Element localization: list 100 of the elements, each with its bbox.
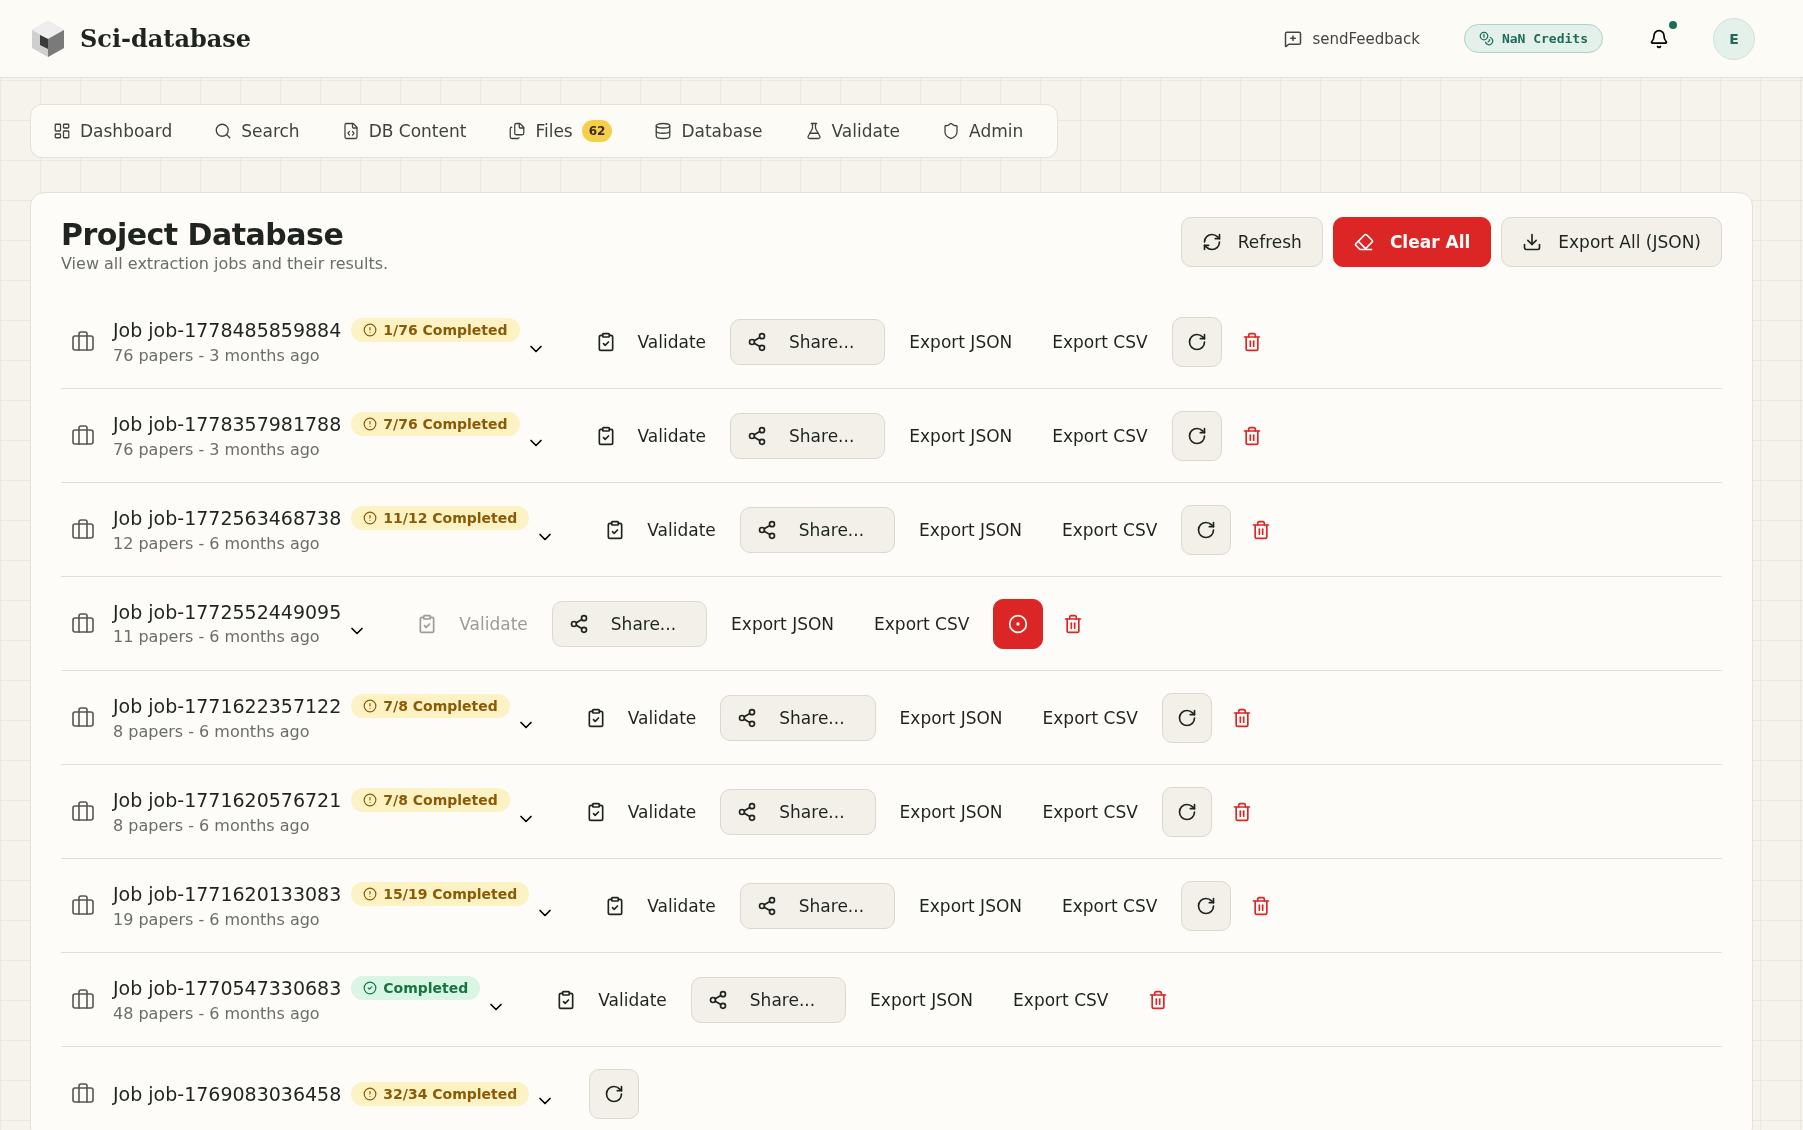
refresh-button[interactable]: Refresh [1180,217,1323,267]
nav-tab[interactable]: DB Content [329,110,479,152]
share-button[interactable]: Share... [551,600,708,647]
export-csv-button[interactable]: Export CSV [854,613,990,634]
export-json-button[interactable]: Export JSON [899,519,1043,540]
eraser-icon [1353,232,1374,252]
retry-button[interactable] [1171,316,1222,367]
job-meta: 11 papers - 6 months ago [113,627,321,646]
clear-button[interactable]: Clear All [1332,217,1492,267]
flask-icon [804,122,823,140]
share-button[interactable]: Share... [730,412,886,459]
share-button[interactable]: Share... [739,882,896,929]
retry-button[interactable] [1161,692,1212,743]
job-name: Job job-1772552449095 [113,601,342,623]
share-icon [707,989,728,1010]
job-name: Job job-1769083036458 [113,1082,342,1105]
briefcase-icon [71,893,95,918]
refresh-icon [1201,232,1222,252]
clipboard-check-icon [605,519,626,540]
nav-tab[interactable]: Admin [930,110,1036,152]
share-icon [756,895,777,916]
validate-button[interactable]: Validate [575,331,727,352]
status-badge: 1/76 Completed [351,318,520,342]
share-button[interactable]: Share... [739,506,896,553]
export-json-button[interactable]: Export JSON [889,425,1033,446]
job-meta: 12 papers - 6 months ago [113,534,321,553]
status-badge: 32/34 Completed [351,1081,530,1106]
message-plus-icon [1284,29,1303,48]
share-icon [568,613,589,634]
job-meta: 76 papers - 3 months ago [113,346,321,365]
logo-icon [30,18,66,59]
nav-tab[interactable]: Validate [792,110,913,152]
export-json-button[interactable]: Export JSON [711,613,855,634]
validate-button[interactable]: Validate [565,707,717,728]
share-button[interactable]: Share... [690,976,847,1023]
briefcase-icon [71,329,95,354]
export-csv-button[interactable]: Export CSV [1032,331,1168,352]
trash-icon [1251,895,1272,916]
nav-tab[interactable]: Database [642,110,775,152]
export-json-button[interactable]: Export JSON [879,801,1023,822]
job-name: Job job-1772563468738 [113,507,342,529]
clipboard-check-icon [605,895,626,916]
share-icon [747,331,768,352]
trash-icon [1241,425,1262,446]
export-csv-button[interactable]: Export CSV [1022,707,1158,728]
validate-button[interactable]: Validate [536,989,687,1010]
alert-icon [363,699,378,713]
export-csv-button[interactable]: Export CSV [1042,519,1178,540]
job-name: Job job-1778485859884 [113,319,342,341]
export-csv-button[interactable]: Export CSV [993,989,1129,1010]
trash-icon [1231,707,1252,728]
retry-button[interactable] [1171,410,1222,461]
job-meta: 8 papers - 6 months ago [113,816,311,835]
briefcase-icon [71,423,95,448]
validate-button[interactable]: Validate [575,425,727,446]
briefcase-icon [71,705,95,730]
validate-button[interactable]: Validate [585,895,736,916]
search-icon [214,122,233,140]
retry-button[interactable] [1181,880,1232,931]
stop-button[interactable] [993,598,1044,649]
export-json-button[interactable]: Export JSON [889,331,1033,352]
briefcase-icon [71,517,95,542]
files-icon [508,122,527,140]
trash-icon [1063,613,1084,634]
export-json-button[interactable]: Export JSON [879,707,1023,728]
user-avatar[interactable]: E [1713,17,1755,60]
retry-button[interactable] [1161,786,1212,837]
bell-icon [1649,28,1669,49]
dashboard-icon [53,122,71,140]
alert-icon [363,793,378,807]
job-meta: 76 papers - 3 months ago [113,440,321,459]
export-csv-button[interactable]: Export CSV [1042,895,1178,916]
nav-tab[interactable]: Search [202,110,312,152]
job-name: Job job-1771620576721 [113,789,342,811]
job-name: Job job-1778357981788 [113,413,342,435]
nav-tab[interactable]: Dashboard [41,110,185,152]
share-button[interactable]: Share... [720,788,876,835]
share-button[interactable]: Share... [730,318,886,365]
retry-button[interactable] [1181,504,1232,555]
export-button[interactable]: Export All (JSON) [1501,217,1722,267]
export-json-button[interactable]: Export JSON [850,989,994,1010]
nav-tab[interactable]: Files 62 [496,110,625,152]
share-button[interactable]: Share... [720,694,876,741]
feedback-button[interactable]: sendFeedback [1278,28,1426,49]
clipboard-check-icon [417,613,438,634]
rotate-icon [1186,425,1207,446]
alert-icon [363,323,378,337]
rotate-icon [604,1083,625,1104]
export-csv-button[interactable]: Export CSV [1022,801,1158,822]
validate-button[interactable]: Validate [565,801,717,822]
clipboard-check-icon [556,989,577,1010]
app-title: Sci-database [80,24,252,53]
panel-subtitle: View all extraction jobs and their results. [61,254,389,273]
status-badge: 11/12 Completed [351,506,530,530]
export-csv-button[interactable]: Export CSV [1032,425,1168,446]
retry-button[interactable] [589,1068,640,1119]
validate-button[interactable]: Validate [585,519,736,540]
export-json-button[interactable]: Export JSON [899,895,1043,916]
trash-icon [1251,519,1272,540]
briefcase-icon [71,799,95,824]
